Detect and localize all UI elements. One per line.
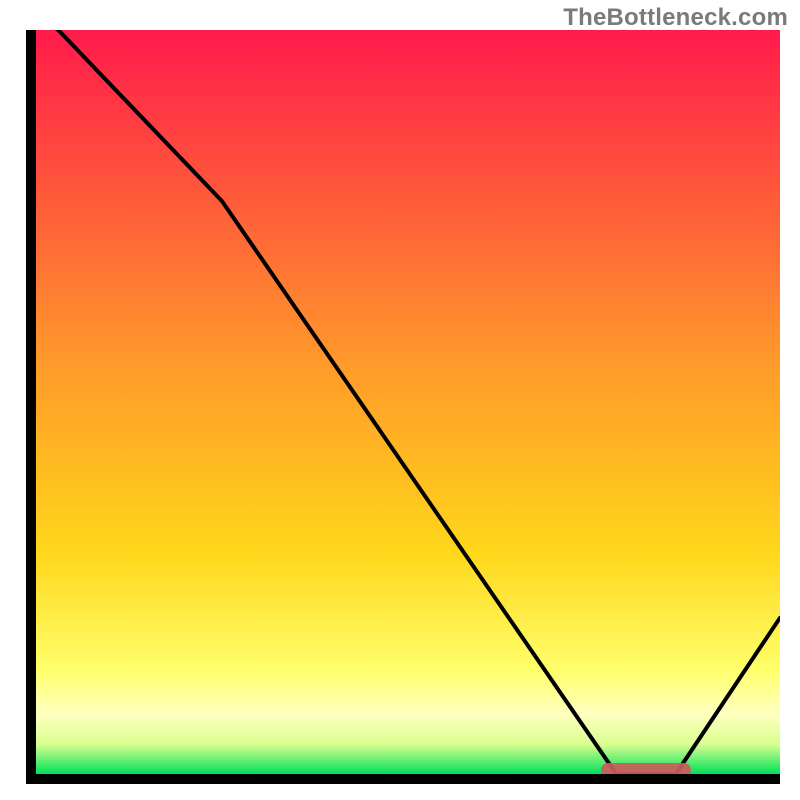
bottleneck-curve (36, 30, 780, 774)
plot-area (36, 30, 780, 774)
watermark-text: TheBottleneck.com (563, 4, 788, 32)
chart-canvas: TheBottleneck.com (0, 0, 800, 800)
plot-axes (26, 30, 780, 784)
optimal-range-marker (601, 763, 690, 774)
